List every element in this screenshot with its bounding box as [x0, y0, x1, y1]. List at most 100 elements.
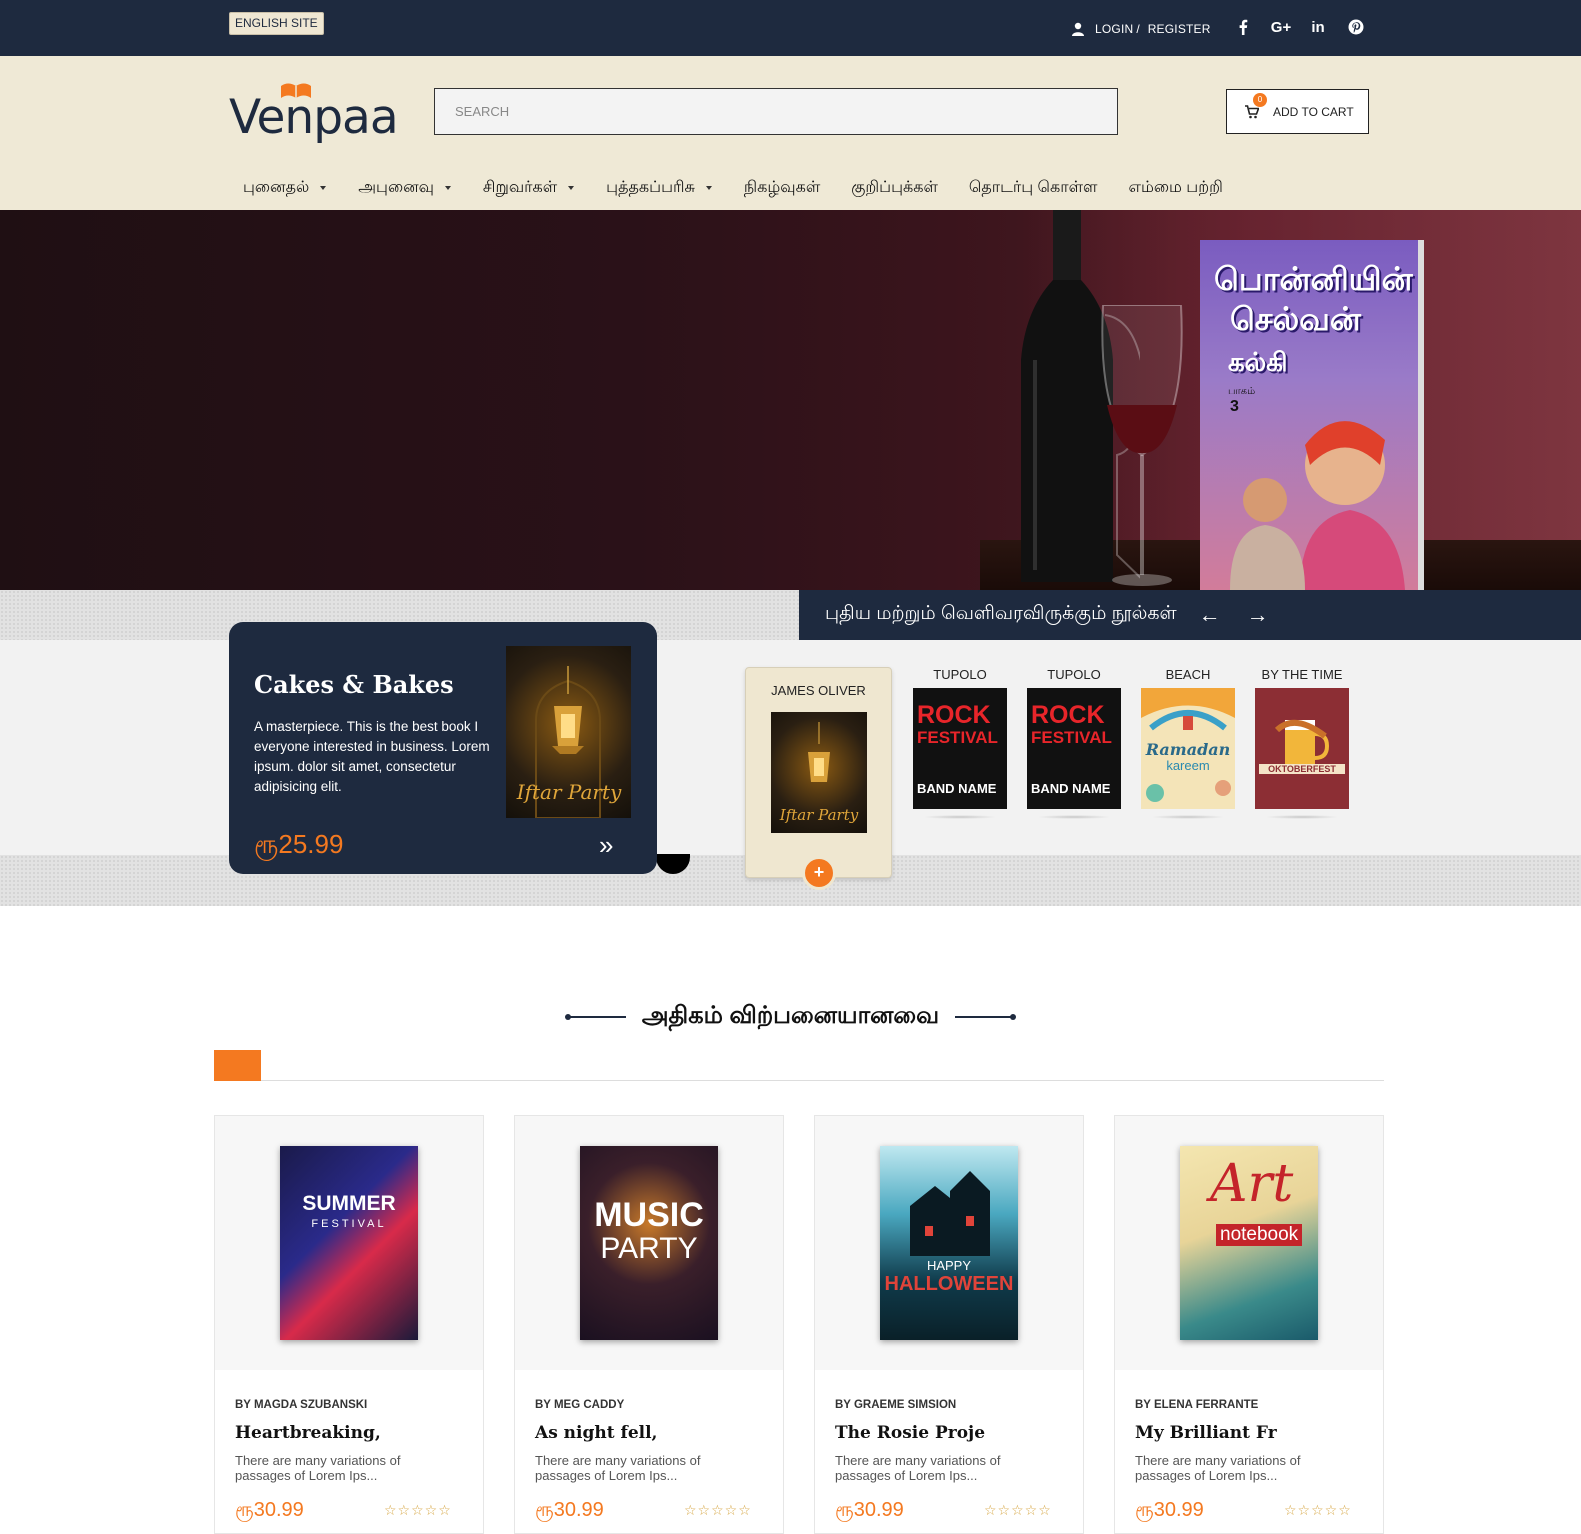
logo-text: Venpaa	[229, 90, 399, 145]
hero-book-illustration	[1230, 421, 1405, 590]
product-price: ரூ30.99	[1135, 1499, 1204, 1521]
product-card[interactable]: Art notebook BY ELENA FERRANTE My Brilli…	[1114, 1115, 1384, 1534]
thumb-shadow	[1265, 815, 1339, 819]
star-rating[interactable]: ☆☆☆☆☆	[384, 1502, 452, 1519]
nav-label: எம்மை பற்றி	[1128, 179, 1223, 196]
cover-festival: FESTIVAL	[917, 728, 998, 747]
best-sellers-tabs	[214, 1050, 1384, 1081]
active-tab[interactable]	[214, 1050, 261, 1081]
register-link[interactable]: REGISTER	[1148, 22, 1211, 36]
google-plus-icon[interactable]: G+	[1270, 16, 1292, 38]
user-icon	[1072, 22, 1084, 36]
cover-oktoberfest: OKTOBERFEST	[1259, 764, 1345, 774]
active-book-card[interactable]: JAMES OLIVER Iftar Party +	[745, 667, 892, 890]
login-link[interactable]: LOGIN	[1095, 22, 1133, 36]
product-description: There are many variations of passages of…	[235, 1453, 401, 1483]
hero-book-title-line2: செல்வன்	[1230, 300, 1361, 338]
product-card[interactable]: SUMMER FESTIVAL BY MAGDA SZUBANSKI Heart…	[214, 1115, 484, 1534]
oktoberfest-cover: OKTOBERFEST	[1255, 688, 1349, 809]
nav-item-fiction[interactable]: புனைதல்	[243, 178, 327, 198]
best-sellers-heading: அதிகம் விற்பனையானவை	[0, 997, 1581, 1037]
best-sellers-title: அதிகம் விற்பனையானவை	[641, 1002, 940, 1029]
hero-book-author: கல்கி	[1228, 348, 1288, 378]
product-cover[interactable]: HAPPY HALLOWEEN	[880, 1146, 1018, 1340]
featured-book-cover[interactable]: பொன்னியின் செல்வன் கல்கி பாகம் 3	[1200, 240, 1418, 590]
double-chevron-right-icon[interactable]: »	[599, 830, 613, 861]
product-author[interactable]: BY MAGDA SZUBANSKI	[235, 1399, 367, 1411]
thumb-shadow	[1037, 815, 1111, 819]
thumb-author: BEACH	[1165, 667, 1211, 682]
cover-band: BAND NAME	[917, 781, 997, 796]
nav-item-contact[interactable]: தொடர்பு கொள்ள	[969, 178, 1098, 198]
nav-item-events[interactable]: நிகழ்வுகள்	[744, 178, 820, 198]
nav-item-non-fiction[interactable]: அபுனைவு	[358, 178, 451, 198]
star-rating[interactable]: ☆☆☆☆☆	[684, 1502, 752, 1519]
heading-line-right	[955, 1014, 1017, 1020]
nav-item-notes[interactable]: குறிப்புக்கள்	[851, 178, 938, 198]
english-site-button[interactable]: ENGLISH SITE	[229, 12, 324, 35]
product-cover[interactable]: SUMMER FESTIVAL	[280, 1146, 418, 1340]
caret-down-icon	[444, 186, 451, 190]
product-author[interactable]: BY MEG CADDY	[535, 1399, 624, 1411]
product-cover[interactable]: MUSIC PARTY	[580, 1146, 718, 1340]
cover-line1: HAPPY	[926, 1258, 972, 1273]
linkedin-icon[interactable]: in	[1307, 16, 1329, 38]
product-title[interactable]: My Brilliant Fr	[1135, 1423, 1277, 1443]
search-input[interactable]	[434, 88, 1118, 135]
nav-item-about[interactable]: எம்மை பற்றி	[1128, 178, 1222, 198]
nav-label: தொடர்பு கொள்ள	[968, 179, 1098, 196]
wine-glass-image	[1101, 305, 1183, 586]
thumb-shadow	[923, 815, 997, 819]
thumb-shadow	[1151, 815, 1225, 819]
cover-kareem: kareem	[1166, 758, 1210, 773]
product-author[interactable]: BY ELENA FERRANTE	[1135, 1399, 1258, 1411]
product-price: ரூ30.99	[835, 1499, 904, 1521]
product-image-area: HAPPY HALLOWEEN	[815, 1116, 1083, 1370]
thumb-author: BY THE TIME	[1261, 667, 1343, 682]
cover-title: Iftar Party	[779, 806, 859, 824]
add-plus-button[interactable]: +	[802, 856, 836, 890]
product-title[interactable]: The Rosie Proje	[835, 1423, 985, 1443]
facebook-icon[interactable]	[1232, 16, 1254, 38]
product-image-area: SUMMER FESTIVAL	[215, 1116, 483, 1370]
nav-item-children[interactable]: சிறுவர்கள்	[482, 178, 575, 198]
cover-ramadan: Ramadan	[1145, 740, 1231, 759]
login-separator: /	[1136, 22, 1140, 36]
product-card[interactable]: HAPPY HALLOWEEN BY GRAEME SIMSION The Ro…	[814, 1115, 1084, 1534]
iftar-party-cover[interactable]: Iftar Party	[506, 646, 631, 819]
caret-down-icon	[320, 186, 327, 190]
next-arrow-icon[interactable]: →	[1247, 604, 1269, 626]
featured-book-title[interactable]: Cakes & Bakes	[254, 670, 454, 699]
star-rating[interactable]: ☆☆☆☆☆	[984, 1502, 1052, 1519]
thumb-book-4[interactable]: BY THE TIME OKTOBERFEST	[1255, 667, 1349, 819]
product-card[interactable]: MUSIC PARTY BY MEG CADDY As night fell, …	[514, 1115, 784, 1534]
cover-band: BAND NAME	[1031, 781, 1111, 796]
star-rating[interactable]: ☆☆☆☆☆	[1284, 1502, 1352, 1519]
venpaa-logo[interactable]: Venpaa	[229, 82, 399, 145]
cover-festival: FESTIVAL	[1031, 728, 1112, 747]
nav-label: சிறுவர்கள்	[482, 179, 558, 196]
nav-label: புனைதல்	[243, 179, 310, 196]
ramadan-kareem-cover: Ramadan kareem	[1141, 688, 1235, 809]
nav-item-book-gift[interactable]: புத்தகப்பரிசு	[606, 178, 712, 198]
pinterest-icon[interactable]	[1345, 16, 1367, 38]
cart-count-badge: 0	[1253, 92, 1267, 107]
rock-festival-cover: ROCK FESTIVAL BAND NAME	[913, 688, 1007, 809]
product-author[interactable]: BY GRAEME SIMSION	[835, 1399, 956, 1411]
cover-line1: MUSIC	[594, 1196, 704, 1234]
cover-line2: HALLOWEEN	[884, 1273, 1014, 1295]
add-to-cart-button[interactable]: 0 ADD TO CART	[1226, 89, 1369, 134]
product-image-area: MUSIC PARTY	[515, 1116, 783, 1370]
thumb-book-3[interactable]: BEACH Ramadan kareem	[1141, 667, 1235, 819]
cover-rock: ROCK	[1031, 701, 1105, 729]
new-books-title: புதிய மற்றும் வெளிவரவிருக்கும் நூல்கள்	[825, 603, 1177, 624]
product-title[interactable]: Heartbreaking,	[235, 1423, 381, 1443]
nav-label: நிகழ்வுகள்	[743, 179, 821, 196]
product-title[interactable]: As night fell,	[535, 1423, 657, 1443]
prev-arrow-icon[interactable]: ←	[1199, 604, 1221, 626]
thumb-book-2[interactable]: TUPOLO ROCK FESTIVAL BAND NAME	[1027, 667, 1121, 819]
product-cover[interactable]: Art notebook	[1180, 1146, 1318, 1340]
product-description: There are many variations of passages of…	[535, 1453, 701, 1483]
thumb-book-1[interactable]: TUPOLO ROCK FESTIVAL BAND NAME	[913, 667, 1007, 819]
caret-down-icon	[705, 186, 712, 190]
